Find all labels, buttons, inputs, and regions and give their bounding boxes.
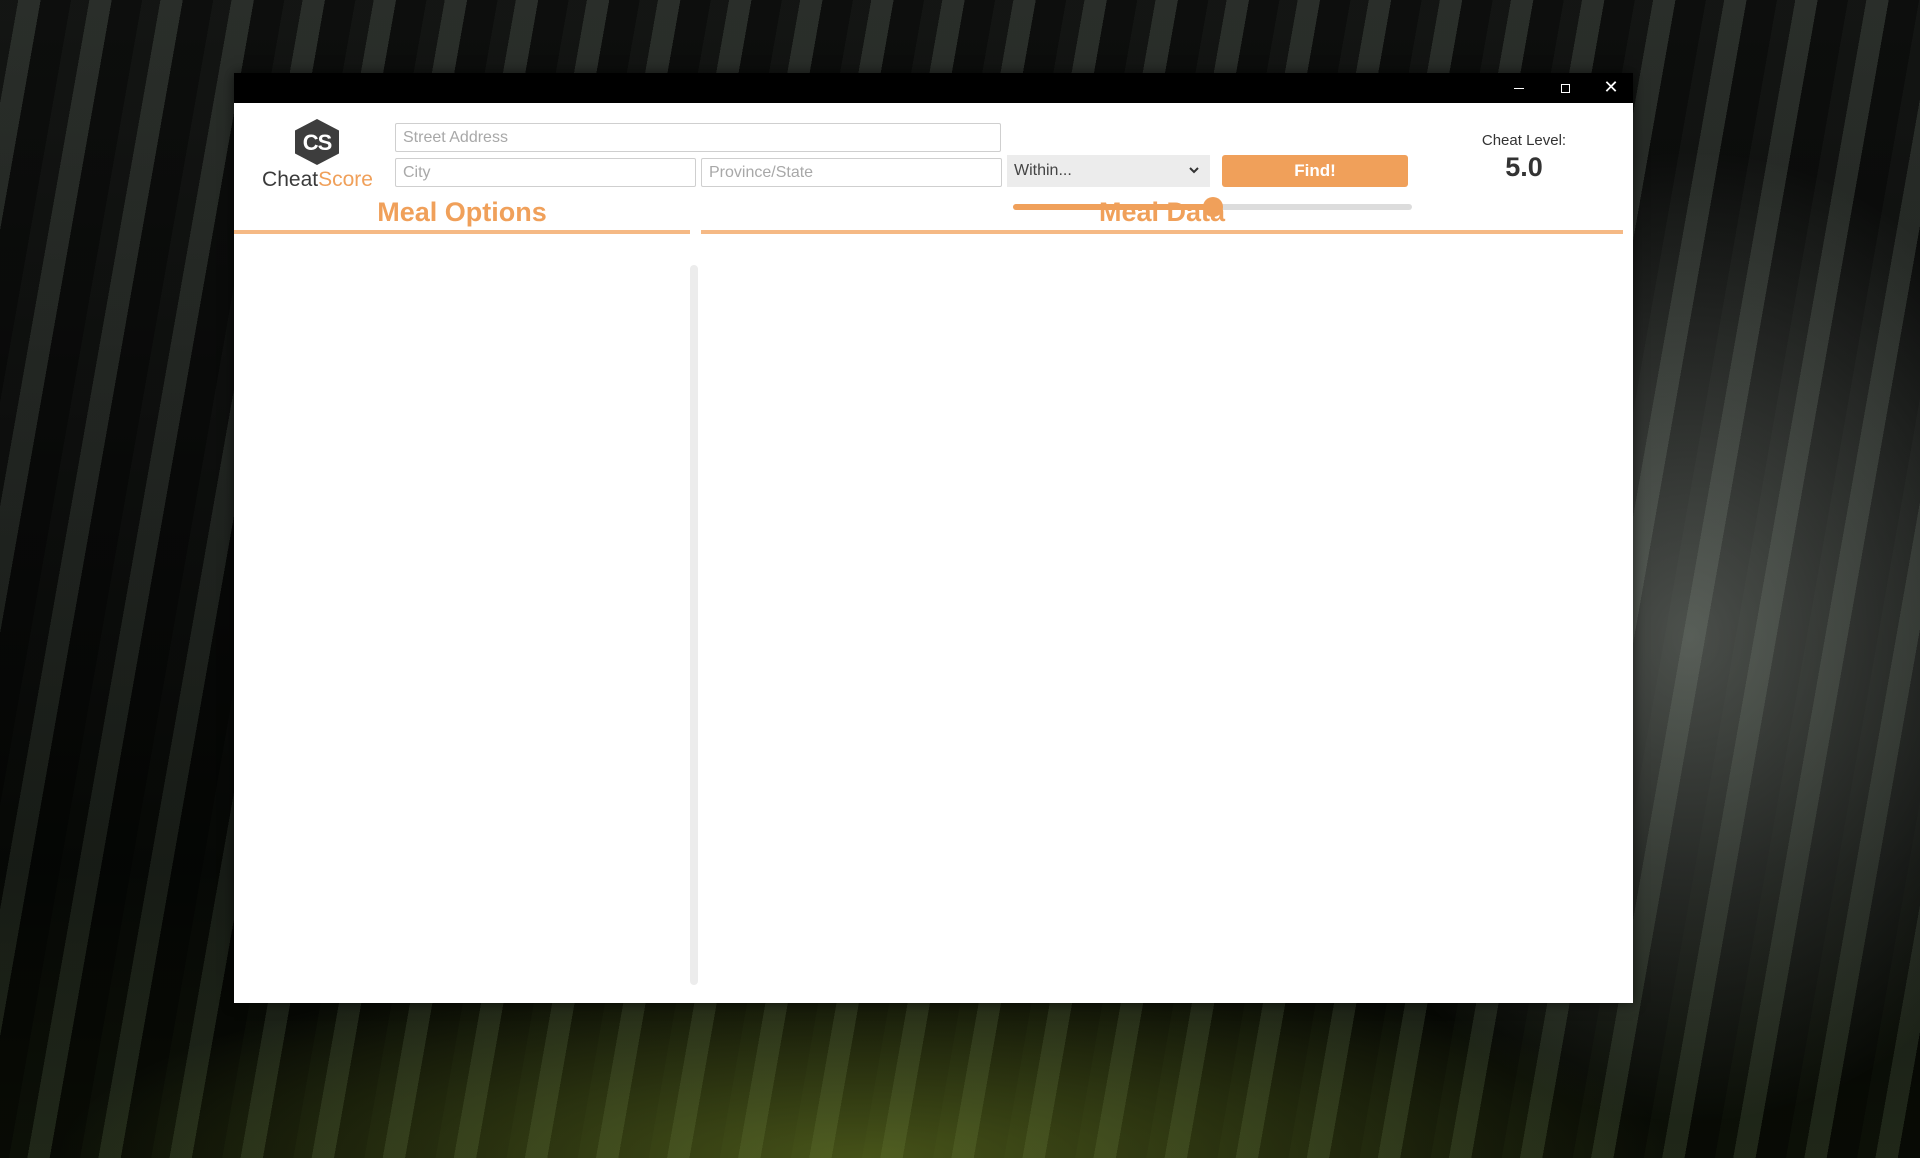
province-state-input[interactable]: [701, 158, 1002, 187]
app-window: ✕ CS CheatScore Within... Find! Cheat Le…: [234, 73, 1633, 1003]
find-button[interactable]: Find!: [1222, 155, 1408, 187]
maximize-icon[interactable]: [1542, 73, 1588, 103]
within-distance-select[interactable]: Within...: [1007, 155, 1210, 187]
logo-word-cheat: Cheat: [262, 168, 319, 191]
meal-options-heading: Meal Options: [377, 197, 547, 227]
city-input[interactable]: [395, 158, 696, 187]
close-glyph: ✕: [1603, 77, 1619, 98]
within-selected-value: Within...: [1014, 162, 1072, 179]
cheatscore-logo: CS CheatScore: [254, 118, 374, 193]
meal-data-panel: [704, 265, 1623, 985]
minimize-glyph: [1514, 87, 1524, 89]
meal-data-heading: Meal Data: [1098, 197, 1226, 227]
maximize-glyph: [1560, 83, 1570, 93]
close-icon[interactable]: ✕: [1588, 73, 1634, 103]
chevron-down-icon: [1189, 167, 1199, 174]
street-address-input[interactable]: [395, 123, 1001, 152]
meal-data-divider: [701, 230, 1623, 234]
logo-word-score: Score: [318, 168, 373, 191]
cheat-level-label: Cheat Level:: [1481, 132, 1567, 149]
meal-options-divider: [234, 230, 690, 234]
logo-wordmark: CheatScore: [254, 168, 381, 192]
cheat-level-value: 5.0: [1505, 152, 1543, 182]
logo-initials: CS: [302, 130, 333, 155]
minimize-icon[interactable]: [1496, 73, 1542, 103]
window-titlebar[interactable]: ✕: [234, 73, 1633, 103]
meal-options-list: [234, 265, 690, 985]
meal-options-scrollbar[interactable]: [690, 265, 698, 985]
